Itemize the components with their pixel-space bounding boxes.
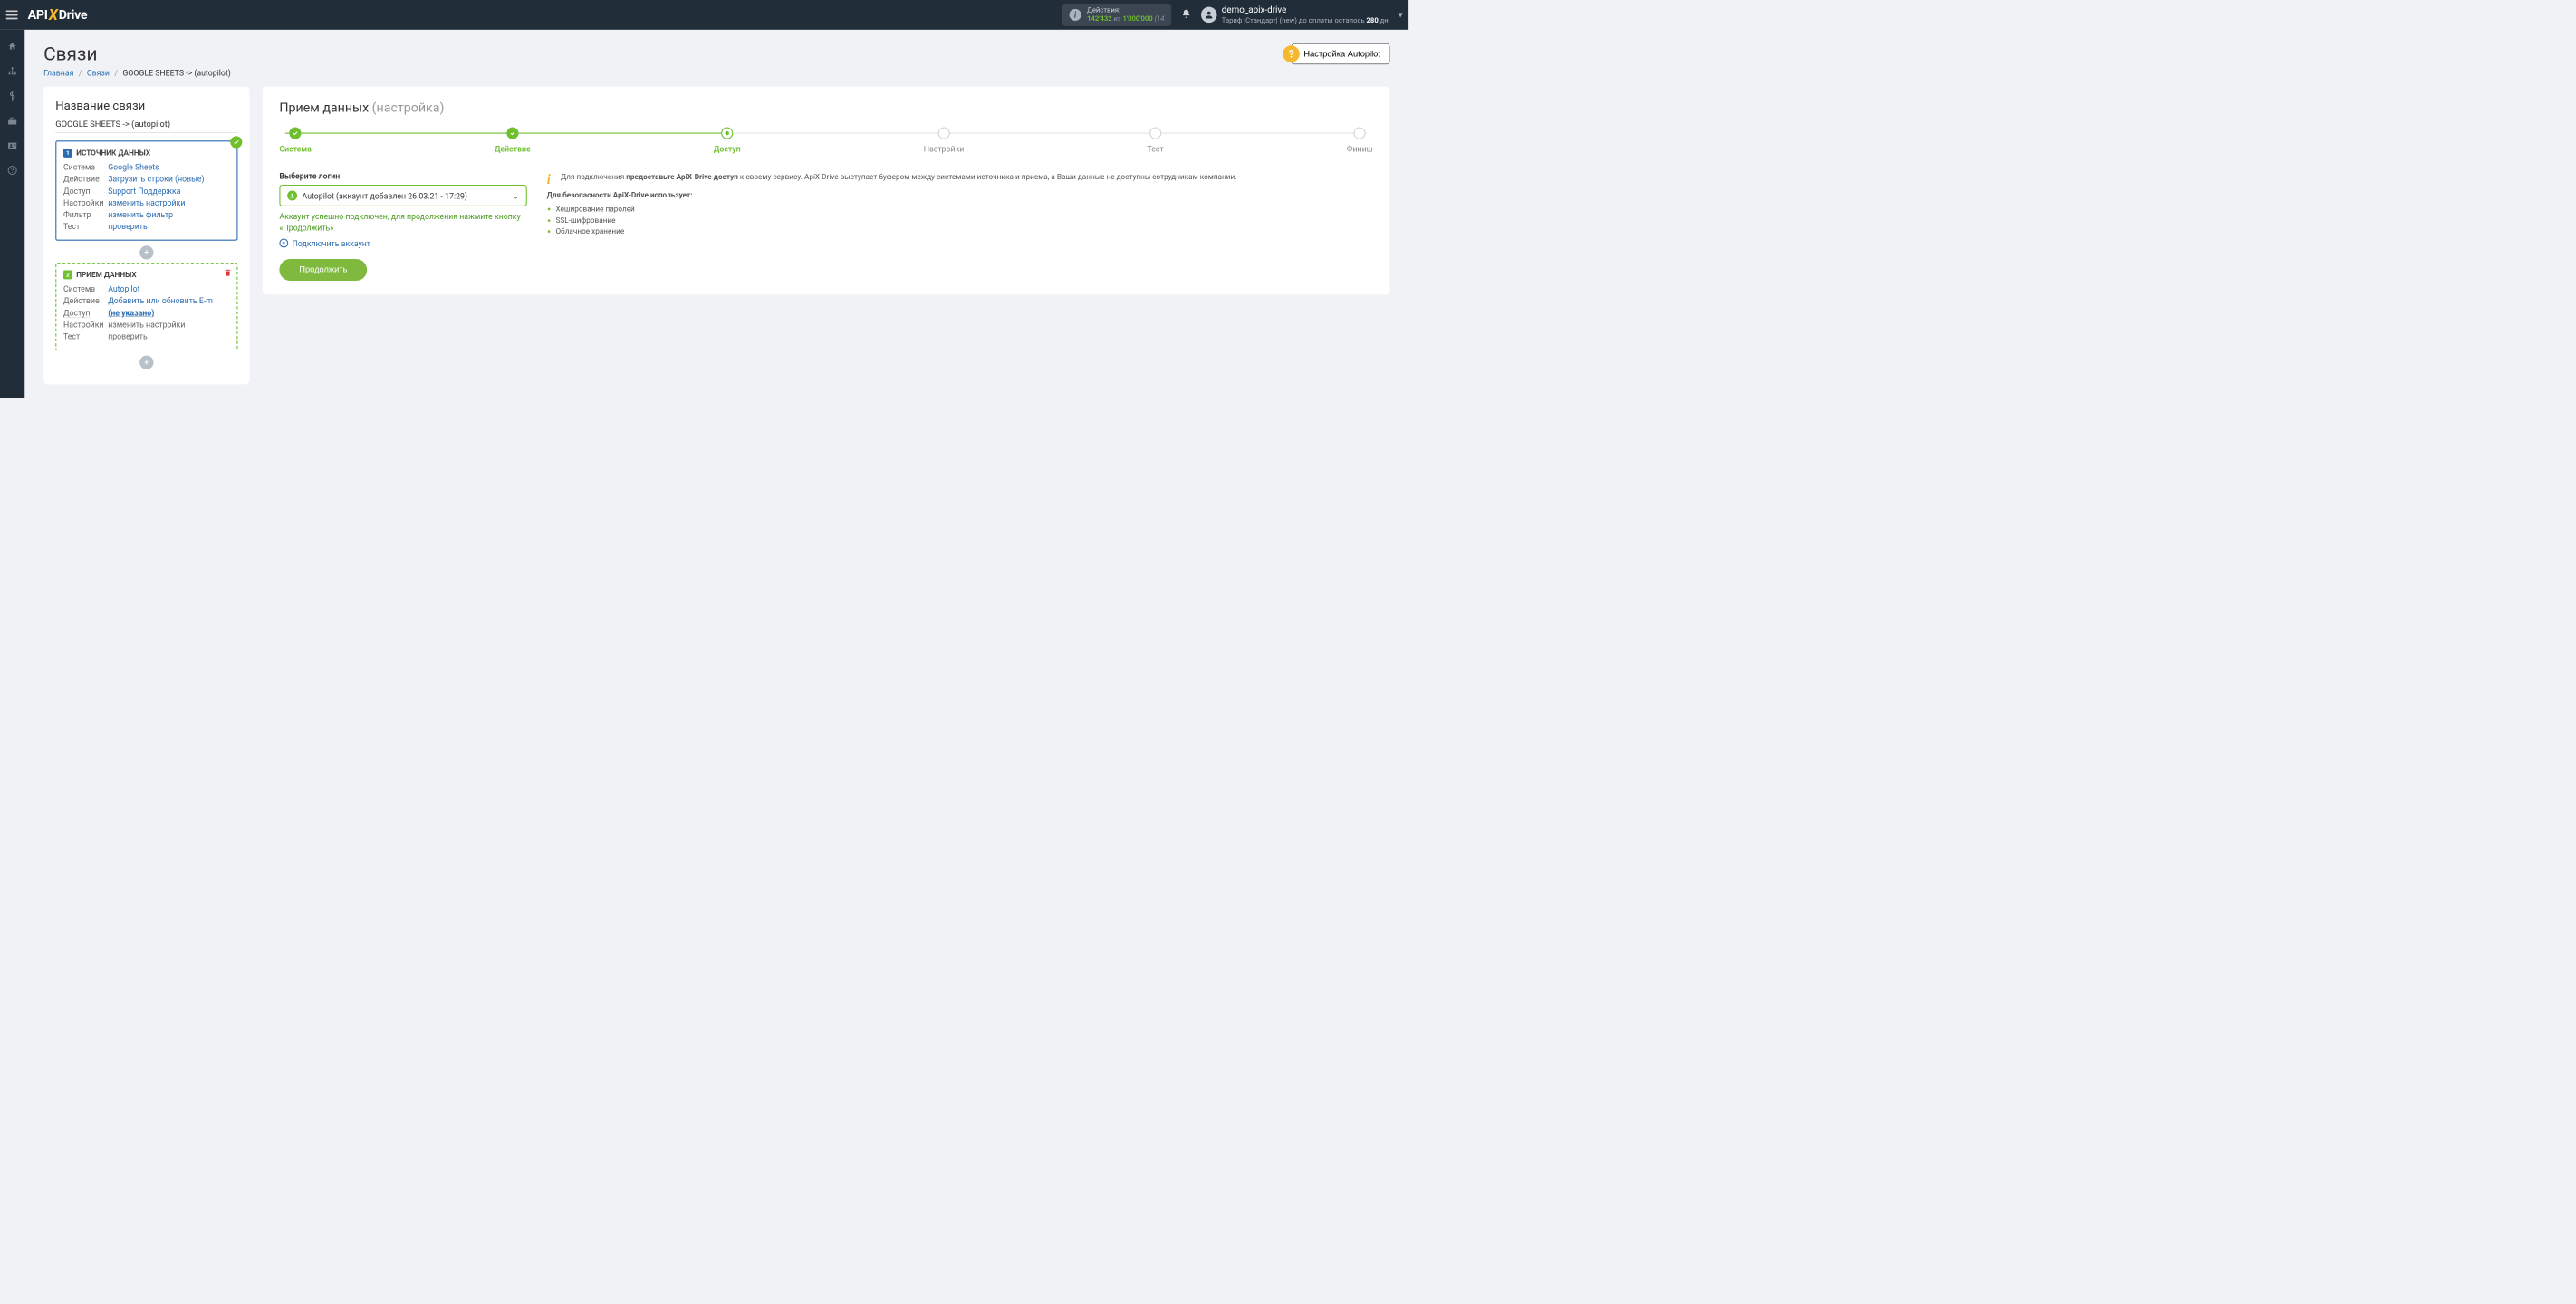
rail-briefcase-icon[interactable] — [0, 109, 24, 132]
stepper: Система Действие Доступ Настройки Тест Ф… — [279, 128, 1372, 154]
bell-icon[interactable] — [1181, 9, 1191, 22]
logo[interactable]: APIXDrive — [28, 6, 88, 24]
connection-title: Название связи — [55, 99, 237, 112]
left-rail — [0, 30, 24, 398]
step-settings[interactable]: Настройки — [924, 128, 965, 154]
info-panel: i Для подключения предоставьте ApiX-Driv… — [547, 171, 1373, 236]
breadcrumb-home[interactable]: Главная — [43, 68, 73, 77]
rail-contacts-icon[interactable] — [0, 134, 24, 158]
user-name: demo_apix-drive — [1222, 5, 1389, 16]
info-icon: i — [1069, 9, 1081, 21]
user-menu[interactable]: demo_apix-drive Тариф |Стандарт| (new) д… — [1222, 5, 1389, 25]
destination-block[interactable]: 2ПРИЕМ ДАННЫХ СистемаAutopilot ДействиеД… — [55, 263, 237, 350]
actions-counter[interactable]: i Действия: 142'432 из 1'000'000 (14 — [1062, 4, 1171, 26]
rail-help-icon[interactable] — [0, 158, 24, 182]
rail-connections-icon[interactable] — [0, 60, 24, 83]
plus-icon: + — [279, 239, 288, 248]
step-access[interactable]: Доступ — [714, 128, 741, 154]
avatar[interactable] — [1201, 7, 1216, 23]
add-button[interactable]: + — [139, 245, 153, 259]
delete-icon[interactable] — [224, 268, 232, 279]
user-plan: Тариф |Стандарт| (new) до оплаты осталос… — [1222, 16, 1389, 25]
user-icon — [287, 191, 297, 201]
menu-icon[interactable] — [6, 10, 18, 19]
right-title: Прием данных (настройка) — [279, 101, 1372, 115]
step-system[interactable]: Система — [279, 128, 311, 154]
check-icon — [230, 136, 242, 148]
breadcrumb-current: GOOGLE SHEETS -> (autopilot) — [122, 68, 230, 77]
rail-billing-icon[interactable] — [0, 84, 24, 108]
data-receive-card: Прием данных (настройка) Система Действи… — [263, 87, 1390, 295]
step-test[interactable]: Тест — [1147, 128, 1163, 154]
step-finish[interactable]: Финиш — [1347, 128, 1373, 154]
connection-card: Название связи GOOGLE SHEETS -> (autopil… — [43, 87, 249, 385]
source-block[interactable]: 1ИСТОЧНИК ДАННЫХ СистемаGoogle Sheets Де… — [55, 140, 237, 240]
chevron-down-icon: ⌄ — [513, 191, 519, 200]
actions-label: Действия: — [1087, 6, 1164, 14]
autopilot-button[interactable]: Настройка Autopilot — [1292, 43, 1390, 64]
login-selected: Autopilot (аккаунт добавлен 26.03.21 - 1… — [303, 191, 467, 200]
success-message: Аккаунт успешно подключен, для продолжен… — [279, 211, 526, 233]
connect-account-link[interactable]: + Подключить аккаунт — [279, 238, 526, 247]
continue-button[interactable]: Продолжить — [279, 259, 367, 281]
topbar: APIXDrive i Действия: 142'432 из 1'000'0… — [0, 0, 1408, 30]
login-select[interactable]: Autopilot (аккаунт добавлен 26.03.21 - 1… — [279, 185, 526, 206]
connection-name[interactable]: GOOGLE SHEETS -> (autopilot) — [55, 120, 237, 133]
rail-home-icon[interactable] — [0, 34, 24, 58]
info-icon: i — [547, 169, 557, 179]
chevron-down-icon[interactable]: ▾ — [1399, 10, 1403, 20]
breadcrumb: Главная / Связи / GOOGLE SHEETS -> (auto… — [43, 68, 231, 77]
page-title: Связи — [43, 43, 231, 65]
step-action[interactable]: Действие — [495, 128, 531, 154]
breadcrumb-links[interactable]: Связи — [87, 68, 110, 77]
login-label: Выберите логин — [279, 171, 526, 180]
add-button[interactable]: + — [139, 356, 153, 369]
